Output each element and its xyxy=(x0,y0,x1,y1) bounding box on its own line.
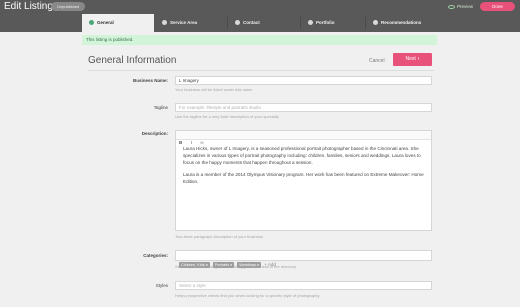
description-paragraph: Laura Hicks, owner of L Imagery, is a se… xyxy=(183,146,421,165)
categories-help: Select up to three categories for listin… xyxy=(175,264,297,269)
categories-input[interactable]: Children, Kids× Portraits× Weddings× + Add xyxy=(175,250,432,268)
tagline-help: Use the tagline for a very brief descrip… xyxy=(175,114,279,119)
tab-label: Portfolio xyxy=(316,20,335,25)
section-divider xyxy=(88,70,434,71)
info-icon xyxy=(89,20,94,26)
business-name-label: Business Name: xyxy=(132,78,168,83)
next-label: Next xyxy=(405,56,416,62)
chat-icon xyxy=(373,20,378,26)
tab-label: Recommendations xyxy=(381,20,422,25)
tab-recommendations[interactable]: Recommendations xyxy=(366,14,442,32)
tagline-input[interactable]: For example: lifestyle and portraits stu… xyxy=(175,103,432,112)
preview-label: Preview xyxy=(457,4,474,9)
tab-general[interactable]: General xyxy=(82,14,154,32)
bold-button[interactable]: B xyxy=(179,139,182,147)
eye-icon xyxy=(448,4,455,9)
description-editor[interactable]: B I ∞ Laura Hicks, owner of L Imagery, i… xyxy=(175,130,432,231)
top-bar: Edit Listing Unpublished Preview Done xyxy=(0,0,520,14)
tagline-label: Tagline xyxy=(153,105,168,110)
published-notice: This listing is published. xyxy=(82,35,437,45)
tab-contact[interactable]: Contact xyxy=(228,14,300,32)
location-pin-icon xyxy=(162,20,167,26)
tab-label: Service Area xyxy=(170,20,198,25)
styles-label: Styles xyxy=(155,283,168,288)
description-paragraph: Laura is a member of the 2014 Olympus Vi… xyxy=(183,172,424,184)
editor-body[interactable]: Laura Hicks, owner of L Imagery, is a se… xyxy=(176,140,431,195)
done-button[interactable]: Done xyxy=(480,2,515,11)
preview-button[interactable]: Preview xyxy=(448,2,473,11)
section-title: General Information xyxy=(88,55,177,66)
business-name-input[interactable]: L Imagery xyxy=(175,76,432,85)
tab-label: Contact xyxy=(243,20,260,25)
phone-icon xyxy=(235,20,240,26)
description-label: Description: xyxy=(141,131,168,136)
tab-bar: General Service Area Contact Portfolio R… xyxy=(0,14,520,32)
description-help: Two-three paragraph description of your … xyxy=(175,234,263,239)
tab-service-area[interactable]: Service Area xyxy=(155,14,227,32)
editor-toolbar: B I ∞ xyxy=(176,131,431,145)
categories-label: Categories: xyxy=(143,253,168,258)
styles-select[interactable]: Select a style xyxy=(175,281,432,290)
tab-portfolio[interactable]: Portfolio xyxy=(301,14,373,32)
page-title: Edit Listing xyxy=(4,1,53,12)
cancel-link[interactable]: Cancel xyxy=(369,58,385,64)
styles-help: Helps prospective clients find you when … xyxy=(175,293,320,298)
next-button[interactable]: Next › xyxy=(393,53,432,66)
chevron-right-icon: › xyxy=(417,56,420,62)
business-name-help: Your business will be listed under this … xyxy=(175,87,253,92)
status-badge: Unpublished xyxy=(51,2,86,11)
tab-label: General xyxy=(97,20,114,25)
image-icon xyxy=(308,20,313,26)
